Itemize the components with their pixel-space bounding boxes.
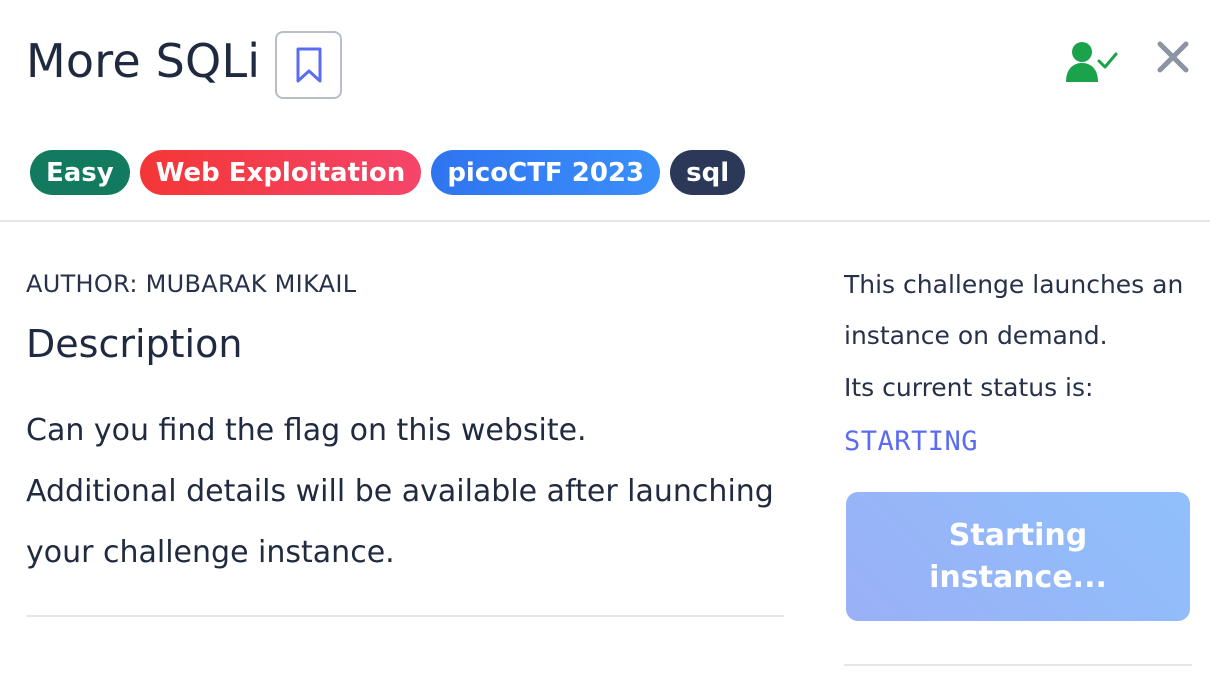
description-heading: Description [26, 322, 243, 366]
author-label: AUTHOR: MUBARAK MIKAIL [26, 270, 357, 298]
tag-difficulty: Easy [30, 150, 130, 195]
button-label-line: instance... [929, 559, 1107, 595]
header-divider [0, 220, 1210, 222]
description-line: your challenge instance. [26, 535, 395, 570]
instance-divider [844, 664, 1192, 666]
bookmark-icon [296, 47, 321, 83]
description-body: Can you find the flag on this website. A… [26, 400, 796, 583]
description-divider [26, 615, 784, 617]
challenge-title: More SQLi [26, 34, 261, 88]
instance-status: STARTING [844, 426, 979, 457]
tag-event: picoCTF 2023 [431, 150, 661, 195]
description-line: Additional details will be available aft… [26, 474, 774, 509]
user-check-icon[interactable] [1066, 40, 1118, 82]
description-line: Can you find the flag on this website. [26, 413, 587, 448]
tag-category: Web Exploitation [139, 150, 422, 195]
close-icon[interactable] [1156, 40, 1190, 74]
instance-info-line: Its current status is: [844, 373, 1094, 402]
instance-info-line: This challenge launches an [844, 270, 1184, 299]
tag-list: Easy Web Exploitation picoCTF 2023 sql [30, 150, 746, 195]
instance-info-line: instance on demand. [844, 321, 1108, 350]
challenge-modal: More SQLi Easy Web Exploitation picoCTF … [0, 0, 1210, 686]
starting-instance-button[interactable]: Starting instance... [846, 492, 1190, 621]
tag-topic: sql [670, 150, 746, 195]
bookmark-button[interactable] [275, 31, 342, 99]
button-label-line: Starting [948, 517, 1088, 553]
